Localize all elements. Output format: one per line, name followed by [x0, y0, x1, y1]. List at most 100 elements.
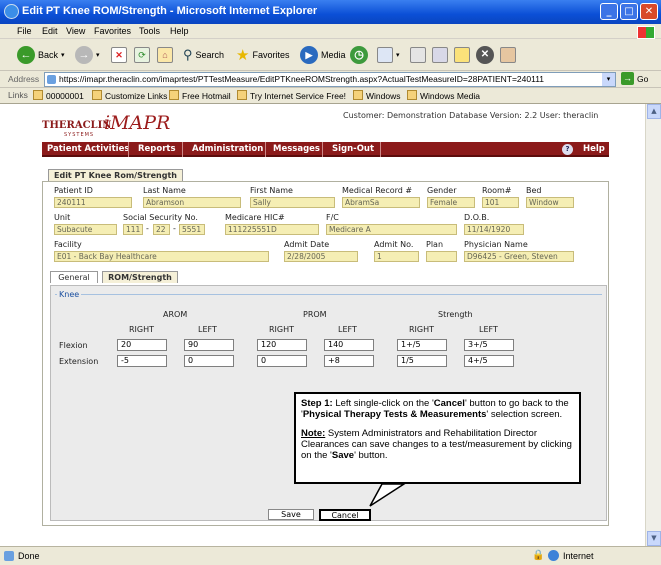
stop-icon: ✕: [111, 47, 127, 63]
extension-prom-right-input[interactable]: 0: [257, 355, 307, 367]
label-bed: Bed: [526, 186, 542, 195]
link-item[interactable]: Windows: [353, 90, 400, 101]
field-admit-date: 2/28/2005: [284, 251, 358, 262]
go-arrow-icon[interactable]: →: [621, 72, 634, 85]
nav-help[interactable]: Help: [583, 144, 605, 154]
logo-product: iMAPR: [104, 112, 171, 134]
extension-strength-left-input[interactable]: 4+/5: [464, 355, 514, 367]
nav-administration[interactable]: Administration: [192, 144, 263, 154]
extension-arom-left-input[interactable]: 0: [184, 355, 234, 367]
cancel-button[interactable]: Cancel: [319, 509, 371, 521]
menu-tools[interactable]: Tools: [139, 26, 160, 36]
menu-view[interactable]: View: [66, 26, 85, 36]
link-item[interactable]: Customize Links: [92, 90, 167, 101]
print-button[interactable]: [410, 45, 426, 65]
tab-general[interactable]: General: [50, 271, 98, 283]
flexion-arom-left-input[interactable]: 90: [184, 339, 234, 351]
back-button[interactable]: ← Back ▾: [17, 45, 65, 65]
ie-icon: [4, 4, 19, 19]
app-nav-bar: Patient Activities Reports Administratio…: [42, 142, 609, 157]
edit-page-button[interactable]: [432, 45, 448, 65]
go-button[interactable]: Go: [637, 74, 648, 84]
minimize-button[interactable]: _: [600, 3, 618, 20]
ssn-separator: -: [173, 224, 176, 233]
back-arrow-icon: ←: [17, 46, 35, 64]
tab-edit-pt-knee[interactable]: Edit PT Knee Rom/Strength: [48, 169, 183, 181]
address-bar: Address https://imapr.theraclin.com/imap…: [0, 71, 661, 88]
back-label: Back: [38, 50, 59, 60]
media-label: Media: [321, 50, 346, 60]
scroll-down-icon[interactable]: ▼: [647, 531, 661, 546]
field-bed: Window: [526, 197, 574, 208]
field-ssn-part2: 22: [153, 224, 170, 235]
label-fc: F/C: [326, 213, 339, 222]
block-button[interactable]: ✕: [476, 45, 494, 65]
links-bar: Links 00000001 Customize Links Free Hotm…: [0, 88, 661, 104]
links-label: Links: [8, 90, 28, 100]
window-title: Edit PT Knee ROM/Strength - Microsoft In…: [22, 5, 318, 17]
close-button[interactable]: ✕: [640, 3, 658, 20]
link-icon: [33, 90, 43, 100]
nav-patient-activities[interactable]: Patient Activities: [47, 144, 129, 154]
forward-button[interactable]: → ▾: [75, 45, 100, 65]
group-prom: PROM: [303, 310, 327, 319]
field-ssn-part3: 5551: [179, 224, 205, 235]
label-admit-no: Admit No.: [374, 240, 414, 249]
field-plan: [426, 251, 457, 262]
col-prom-right: RIGHT: [269, 325, 295, 334]
help-icon[interactable]: ?: [562, 144, 573, 155]
search-button[interactable]: ⚲ Search: [183, 45, 224, 65]
nav-sign-out[interactable]: Sign-Out: [332, 144, 374, 154]
label-unit: Unit: [54, 213, 71, 222]
flexion-prom-right-input[interactable]: 120: [257, 339, 307, 351]
field-fc: Medicare A: [326, 224, 457, 235]
menu-file[interactable]: File: [17, 26, 32, 36]
customer-info: Customer: Demonstration Database Version…: [343, 111, 599, 120]
refresh-button[interactable]: ⟳: [134, 45, 150, 65]
tab-rom-strength[interactable]: ROM/Strength: [102, 271, 178, 283]
home-button[interactable]: ⌂: [157, 45, 173, 65]
flexion-arom-right-input[interactable]: 20: [117, 339, 167, 351]
field-patient-id: 240111: [54, 197, 132, 208]
scroll-up-icon[interactable]: ▲: [647, 104, 661, 119]
vertical-scrollbar[interactable]: ▲ ▼: [645, 104, 661, 546]
field-gender: Female: [427, 197, 475, 208]
messenger-button[interactable]: [500, 45, 516, 65]
link-item[interactable]: Free Hotmail: [169, 90, 231, 101]
page-content: THERACLIN SYSTEMS iMAPR Customer: Demons…: [0, 104, 661, 546]
save-button[interactable]: Save: [268, 509, 314, 520]
menu-edit[interactable]: Edit: [42, 26, 58, 36]
favorites-label: Favorites: [252, 50, 290, 60]
extension-prom-left-input[interactable]: +8: [324, 355, 374, 367]
extension-strength-right-input[interactable]: 1/5: [397, 355, 447, 367]
menu-favorites[interactable]: Favorites: [94, 26, 131, 36]
address-input[interactable]: https://imapr.theraclin.com/imaprtest/PT…: [44, 72, 616, 87]
history-button[interactable]: ◷: [350, 45, 368, 65]
mail-button[interactable]: ▾: [377, 45, 400, 65]
note-icon: [454, 47, 470, 63]
address-dropdown-icon[interactable]: ▾: [602, 73, 615, 86]
label-gender: Gender: [427, 186, 457, 195]
favorites-button[interactable]: ★ Favorites: [236, 45, 289, 65]
media-icon: ▶: [300, 46, 318, 64]
nav-messages[interactable]: Messages: [273, 144, 320, 154]
menu-help[interactable]: Help: [170, 26, 189, 36]
link-item[interactable]: Windows Media: [407, 90, 480, 101]
col-arom-right: RIGHT: [129, 325, 155, 334]
stop-button[interactable]: ✕: [111, 45, 127, 65]
nav-reports[interactable]: Reports: [138, 144, 176, 154]
search-icon: ⚲: [183, 47, 193, 62]
flexion-strength-right-input[interactable]: 1+/5: [397, 339, 447, 351]
flexion-prom-left-input[interactable]: 140: [324, 339, 374, 351]
discuss-button[interactable]: [454, 45, 470, 65]
label-admit-date: Admit Date: [284, 240, 330, 249]
media-button[interactable]: ▶ Media: [300, 45, 346, 65]
maximize-button[interactable]: □: [620, 3, 638, 20]
flexion-strength-left-input[interactable]: 3+/5: [464, 339, 514, 351]
label-ssn: Social Security No.: [123, 213, 198, 222]
link-item[interactable]: 00000001: [33, 90, 84, 101]
extension-arom-right-input[interactable]: -5: [117, 355, 167, 367]
label-plan: Plan: [426, 240, 444, 249]
label-hic: Medicare HIC#: [225, 213, 285, 222]
link-item[interactable]: Try Internet Service Free!: [237, 90, 346, 101]
